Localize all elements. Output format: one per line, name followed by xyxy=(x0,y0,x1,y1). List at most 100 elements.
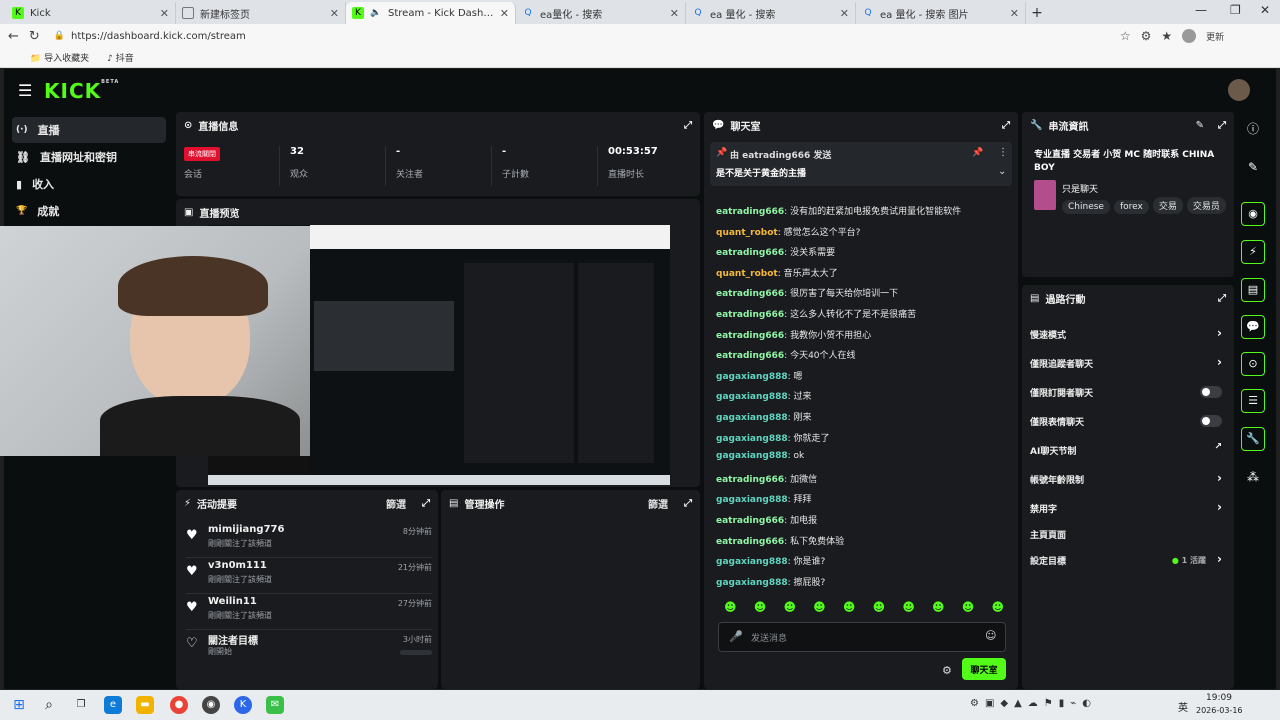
chat-username[interactable]: eatrading666 xyxy=(716,351,784,361)
settings-icon[interactable]: ⚙ xyxy=(942,664,952,677)
activity-user[interactable]: mimijiang776 xyxy=(208,524,284,535)
chat-username[interactable]: quant_robot xyxy=(716,269,778,279)
sidebar-item-live[interactable]: (·) 直播 xyxy=(12,117,166,143)
edit-icon[interactable]: ✎ xyxy=(1196,120,1204,131)
info-icon[interactable]: ⓘ xyxy=(1241,117,1265,141)
star-icon[interactable]: ☆ xyxy=(1120,29,1131,43)
popout-icon[interactable]: ⤢ xyxy=(1218,293,1226,304)
microphone-icon[interactable]: 🎤 xyxy=(729,630,743,643)
search-icon[interactable]: ⌕ xyxy=(40,696,58,714)
close-tab-icon[interactable]: ✕ xyxy=(330,7,339,20)
tab-new[interactable]: 新建标签页 ✕ xyxy=(176,2,346,24)
chat-username[interactable]: quant_robot xyxy=(716,228,778,238)
chat-username[interactable]: eatrading666 xyxy=(716,537,784,547)
clock-time[interactable]: 19:09 xyxy=(1206,693,1232,703)
chat-username[interactable]: gagaxiang888 xyxy=(716,434,788,444)
mod-banned-words[interactable]: 禁用字 › xyxy=(1030,497,1222,519)
chat-username[interactable]: eatrading666 xyxy=(716,516,784,526)
more-icon[interactable]: ⋮ xyxy=(998,147,1008,158)
k-app-icon[interactable]: K xyxy=(234,696,252,714)
rail-broadcast-icon[interactable]: ⊙ xyxy=(1241,352,1265,376)
rail-document-icon[interactable]: ▤ xyxy=(1241,278,1265,302)
unpin-icon[interactable]: 📌 xyxy=(972,148,983,158)
emote-icon[interactable]: ☻ xyxy=(783,600,796,618)
emoji-icon[interactable]: ☺ xyxy=(985,629,996,642)
chat-username[interactable]: gagaxiang888 xyxy=(716,557,788,567)
chevron-down-icon[interactable]: ⌄ xyxy=(998,166,1006,177)
rail-chat-icon[interactable]: 💬 xyxy=(1241,315,1265,339)
popout-icon[interactable]: ⤢ xyxy=(684,498,692,509)
edge-icon[interactable]: e xyxy=(104,696,122,714)
chat-username[interactable]: eatrading666 xyxy=(716,289,784,299)
chat-username[interactable]: eatrading666 xyxy=(716,207,784,217)
chat-username[interactable]: eatrading666 xyxy=(716,331,784,341)
close-tab-icon[interactable]: ✕ xyxy=(840,7,849,20)
bookmark-import[interactable]: 📁 导入收藏夹 xyxy=(30,51,89,64)
favorites-icon[interactable]: ★ xyxy=(1161,29,1172,43)
mod-set-goal[interactable]: 設定目標 ● 1 活躍 › xyxy=(1030,549,1222,571)
tab-dashboard[interactable]: K 🔈 Stream - Kick Dashboard ✕ xyxy=(346,2,516,24)
close-window-button[interactable]: ✕ xyxy=(1260,3,1270,17)
sidebar-item-income[interactable]: ▮ 收入 xyxy=(12,171,166,197)
send-chat-button[interactable]: 聊天室 xyxy=(962,658,1006,680)
chat-username[interactable]: gagaxiang888 xyxy=(716,578,788,588)
maximize-button[interactable]: ❐ xyxy=(1230,3,1241,17)
emote-icon[interactable]: ☻ xyxy=(991,600,1004,618)
file-explorer-icon[interactable]: ▬ xyxy=(136,696,154,714)
emote-icon[interactable]: ☻ xyxy=(754,600,767,618)
url-field[interactable]: 🔒 https://dashboard.kick.com/stream xyxy=(50,27,1110,45)
mod-ai-moderation[interactable]: AI聊天节制 ↗ xyxy=(1030,439,1222,461)
close-tab-icon[interactable]: ✕ xyxy=(500,7,509,20)
input-language[interactable]: 英 xyxy=(1178,699,1188,714)
filter-button[interactable]: 篩選 xyxy=(648,496,668,511)
emote-icon[interactable]: ☻ xyxy=(873,600,886,618)
emote-icon[interactable]: ☻ xyxy=(962,600,975,618)
popout-icon[interactable]: ⤢ xyxy=(1002,120,1010,131)
close-tab-icon[interactable]: ✕ xyxy=(160,7,169,20)
tab-search-1[interactable]: Q ea量化 - 搜索 ✕ xyxy=(516,2,686,24)
chat-username[interactable]: gagaxiang888 xyxy=(716,372,788,382)
activity-user[interactable]: Weilin11 xyxy=(208,596,257,607)
rail-wrench-icon[interactable]: 🔧 xyxy=(1241,427,1265,451)
activity-user[interactable]: v3n0m111 xyxy=(208,560,267,571)
popout-icon[interactable]: ⤢ xyxy=(1218,120,1226,131)
chrome-icon[interactable]: ● xyxy=(170,696,188,714)
avatar[interactable] xyxy=(1228,79,1250,101)
chat-username[interactable]: gagaxiang888 xyxy=(716,495,788,505)
back-icon[interactable]: ← xyxy=(8,29,19,44)
tab-search-3[interactable]: Q ea 量化 - 搜索 图片 ✕ xyxy=(856,2,1026,24)
task-view-icon[interactable]: ❐ xyxy=(72,696,90,714)
speaker-icon[interactable]: 🔈 xyxy=(370,7,382,19)
rail-list-icon[interactable]: ☰ xyxy=(1241,389,1265,413)
mod-slow-mode[interactable]: 慢速模式 › xyxy=(1030,323,1222,345)
rail-bolt-icon[interactable]: ⚡ xyxy=(1241,240,1265,264)
wechat-icon[interactable]: ✉ xyxy=(266,696,284,714)
chat-username[interactable]: eatrading666 xyxy=(716,248,784,258)
windows-start-icon[interactable]: ⊞ xyxy=(10,696,28,714)
extensions-icon[interactable]: ⚙ xyxy=(1141,29,1152,43)
chat-input-box[interactable]: 🎤 发送消息 ☺ xyxy=(718,622,1006,652)
new-tab-button[interactable]: + xyxy=(1026,2,1048,24)
tab-kick[interactable]: K Kick ✕ xyxy=(6,2,176,24)
emote-icon[interactable]: ☻ xyxy=(813,600,826,618)
filter-button[interactable]: 篩選 xyxy=(386,496,406,511)
popout-icon[interactable]: ⤢ xyxy=(684,120,692,131)
pencil-icon[interactable]: ✎ xyxy=(1241,155,1265,179)
emote-icon[interactable]: ☻ xyxy=(724,600,737,618)
emotes-only-toggle[interactable] xyxy=(1200,415,1222,427)
update-button[interactable]: 更新 xyxy=(1206,30,1224,43)
clock-date[interactable]: 2026-03-16 xyxy=(1196,706,1243,715)
chat-username[interactable]: gagaxiang888 xyxy=(716,451,788,461)
profile-icon[interactable] xyxy=(1182,29,1197,43)
pinned-message[interactable]: 📌 由 eatrading666 发送 是不是关于黄金的主播 📌 ⋮ ⌄ xyxy=(710,142,1012,186)
close-tab-icon[interactable]: ✕ xyxy=(670,7,679,20)
kick-logo[interactable]: KICKBETA xyxy=(44,79,119,103)
sidebar-item-achievements[interactable]: 🏆 成就 xyxy=(12,198,166,224)
mod-home-page[interactable]: 主頁頁面 xyxy=(1030,523,1222,545)
tab-search-2[interactable]: Q ea 量化 - 搜索 ✕ xyxy=(686,2,856,24)
close-tab-icon[interactable]: ✕ xyxy=(1010,7,1019,20)
chat-username[interactable]: eatrading666 xyxy=(716,310,784,320)
system-tray-icons[interactable]: ⚙▣◆▲☁⚑▮⌁◐ xyxy=(970,698,1097,709)
popout-icon[interactable]: ⤢ xyxy=(422,498,430,509)
obs-icon[interactable]: ◉ xyxy=(202,696,220,714)
